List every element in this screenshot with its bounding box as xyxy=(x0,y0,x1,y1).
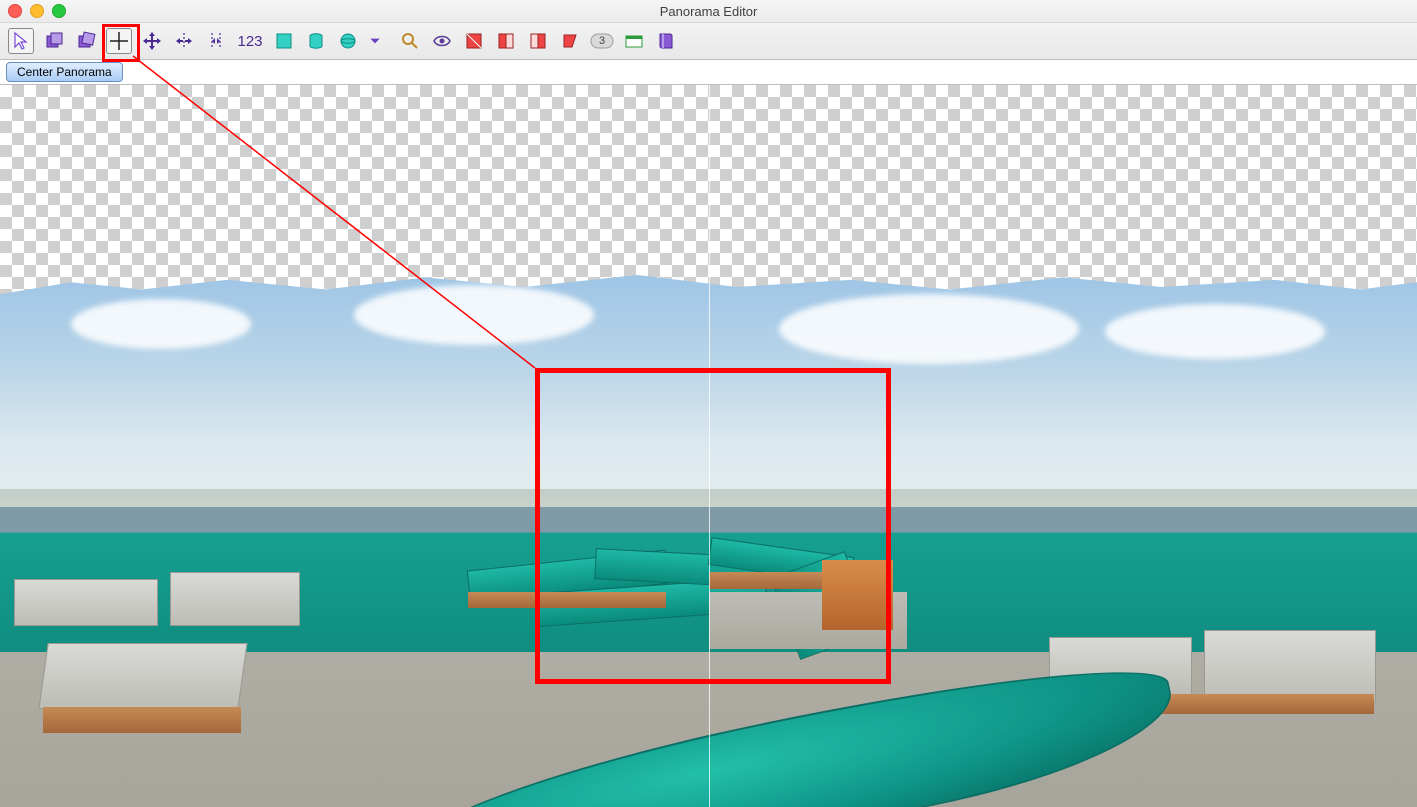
move-arrows-icon xyxy=(142,31,162,51)
info-bar: Center Panorama xyxy=(0,60,1417,85)
center-guide-line xyxy=(709,85,710,807)
folder-icon xyxy=(624,31,644,51)
mask-d-tool[interactable] xyxy=(558,29,582,53)
magnifier-icon xyxy=(400,31,420,51)
cylinder-tool[interactable] xyxy=(304,29,328,53)
move-pano-tool[interactable] xyxy=(140,29,164,53)
layers-rotate-icon xyxy=(76,31,96,51)
toolbar: 123 xyxy=(0,23,1417,60)
rotate-image-tool[interactable] xyxy=(74,29,98,53)
square-icon xyxy=(274,31,294,51)
panel-red-a-icon xyxy=(464,31,484,51)
center-panorama-tool[interactable] xyxy=(106,28,132,54)
help-tool[interactable] xyxy=(654,29,678,53)
sphere-tool[interactable] xyxy=(336,29,360,53)
zoom-tool[interactable] xyxy=(398,29,422,53)
titlebar: Panorama Editor xyxy=(0,0,1417,23)
tool-dropdown[interactable] xyxy=(368,29,382,53)
window-title: Panorama Editor xyxy=(0,4,1417,19)
horiz-align-tool[interactable] xyxy=(172,29,196,53)
panel-red-b-icon xyxy=(496,31,516,51)
numeric-transform-tool[interactable]: 123 xyxy=(236,29,264,53)
cursor-icon xyxy=(11,31,31,51)
cylinder-icon xyxy=(306,31,326,51)
select-tool[interactable] xyxy=(8,28,34,54)
preview-tool[interactable] xyxy=(430,29,454,53)
panel-red-c-icon xyxy=(528,31,548,51)
sphere-icon xyxy=(338,31,358,51)
eye-icon xyxy=(432,31,452,51)
mask-c-tool[interactable] xyxy=(526,29,550,53)
crop-tool[interactable] xyxy=(272,29,296,53)
chevron-down-icon xyxy=(368,31,382,51)
panel-red-d-icon xyxy=(560,31,580,51)
mask-a-tool[interactable] xyxy=(462,29,486,53)
numeric-label: 123 xyxy=(237,33,262,50)
tool-tooltip: Center Panorama xyxy=(6,62,123,82)
panorama-canvas[interactable] xyxy=(0,85,1417,807)
align-horizontal-icon xyxy=(174,31,194,51)
crosshair-icon xyxy=(109,31,129,51)
vert-align-tool[interactable] xyxy=(204,29,228,53)
open-tool[interactable] xyxy=(622,29,646,53)
align-vertical-icon xyxy=(206,31,226,51)
move-image-tool[interactable] xyxy=(42,29,66,53)
layer-count-pill[interactable]: 3 xyxy=(590,29,614,53)
layers-icon xyxy=(44,31,64,51)
mask-b-tool[interactable] xyxy=(494,29,518,53)
book-icon xyxy=(656,31,676,51)
layer-count-label: 3 xyxy=(599,35,605,47)
